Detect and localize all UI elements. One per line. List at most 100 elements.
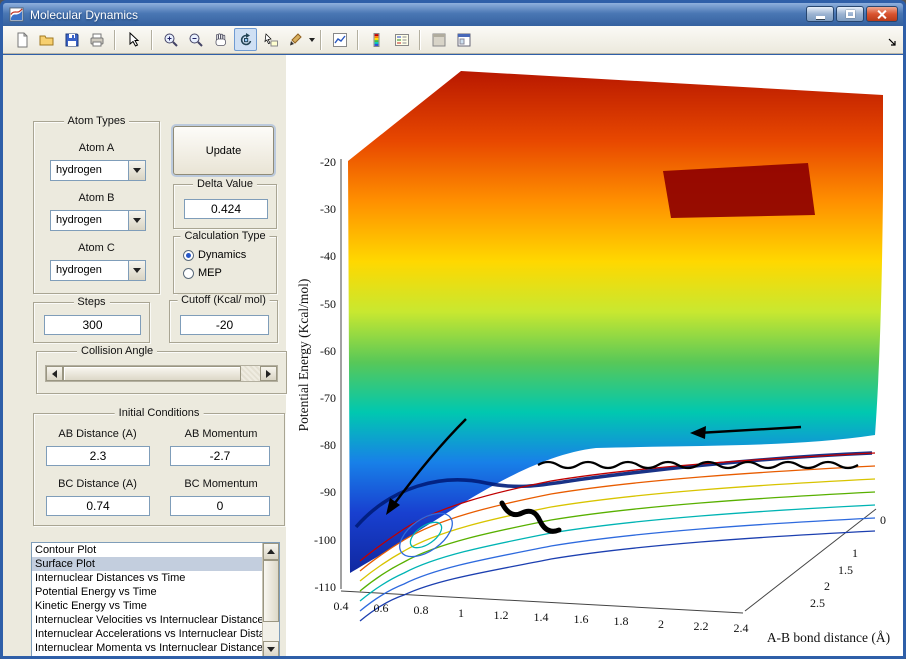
edit-plot-icon[interactable] — [122, 28, 145, 51]
atom-a-label: Atom A — [34, 142, 159, 154]
atom-c-value: hydrogen — [51, 261, 128, 280]
close-button[interactable] — [866, 6, 898, 22]
xtick-label: 1.8 — [606, 614, 636, 629]
steps-title: Steps — [73, 296, 109, 308]
scroll-up-arrow[interactable] — [263, 543, 279, 560]
ab-distance-input[interactable] — [46, 446, 150, 466]
ztick-label: 1 — [852, 546, 878, 561]
atom-c-dropdown[interactable]: hydrogen — [50, 260, 146, 281]
xtick-label: 2.4 — [726, 621, 756, 636]
window-icon — [9, 7, 24, 22]
bc-momentum-label: BC Momentum — [166, 478, 276, 490]
ytick-label: -40 — [294, 249, 336, 264]
list-item[interactable]: Internuclear Distances vs Time — [32, 571, 262, 585]
atom-a-value: hydrogen — [51, 161, 128, 180]
atom-b-dropdown-arrow[interactable] — [128, 211, 145, 230]
initial-conditions-panel: Initial Conditions AB Distance (A) AB Mo… — [33, 413, 285, 526]
figure-body: Potential Energy (Kcal/mol) A-B bond dis… — [3, 55, 903, 656]
atom-a-dropdown-arrow[interactable] — [128, 161, 145, 180]
list-item[interactable]: Contour Plot — [32, 543, 262, 557]
delta-value-input[interactable] — [184, 199, 268, 219]
xtick-label: 0.8 — [406, 603, 436, 618]
brush-dropdown-caret[interactable] — [309, 38, 315, 42]
pan-icon[interactable] — [209, 28, 232, 51]
rotate-3d-icon[interactable] — [234, 28, 257, 51]
initial-conditions-title: Initial Conditions — [115, 407, 204, 419]
list-item[interactable]: Surface Plot — [32, 557, 262, 571]
radio-dynamics-label: Dynamics — [198, 249, 246, 261]
steps-panel: Steps — [33, 302, 150, 343]
scroll-down-arrow[interactable] — [263, 641, 279, 658]
new-figure-icon[interactable] — [10, 28, 33, 51]
zoom-in-icon[interactable] — [159, 28, 182, 51]
ztick-label: 2 — [824, 579, 850, 594]
ztick-label: 0 — [880, 513, 906, 528]
vertical-scroll-thumb[interactable] — [263, 560, 279, 622]
ytick-label: -50 — [294, 297, 336, 312]
slider-thumb[interactable] — [63, 366, 241, 381]
plot-type-listbox[interactable]: Contour PlotSurface PlotInternuclear Dis… — [31, 542, 280, 659]
ab-momentum-input[interactable] — [170, 446, 270, 466]
insert-colorbar-icon[interactable] — [365, 28, 388, 51]
xtick-label: 0.4 — [326, 599, 356, 614]
list-item[interactable]: Internuclear Accelerations vs Internucle… — [32, 627, 262, 641]
show-plot-tools-icon[interactable] — [452, 28, 475, 51]
ytick-label: -20 — [294, 155, 336, 170]
toolbar-separator — [114, 30, 116, 50]
open-file-icon[interactable] — [35, 28, 58, 51]
atom-types-panel: Atom Types Atom A hydrogen Atom B hydrog… — [33, 121, 160, 294]
list-item[interactable]: Internuclear Velocities vs Internuclear … — [32, 613, 262, 627]
slider-track[interactable] — [63, 366, 260, 381]
atom-c-dropdown-arrow[interactable] — [128, 261, 145, 280]
hide-plot-tools-icon[interactable] — [427, 28, 450, 51]
print-figure-icon[interactable] — [85, 28, 108, 51]
collision-angle-panel: Collision Angle — [36, 351, 287, 394]
ab-distance-label: AB Distance (A) — [40, 428, 155, 440]
update-button[interactable]: Update — [173, 126, 274, 175]
maximize-button[interactable] — [836, 6, 864, 22]
ytick-label: -110 — [294, 580, 336, 595]
data-cursor-icon[interactable] — [259, 28, 282, 51]
atom-types-title: Atom Types — [64, 115, 130, 127]
radio-mep[interactable]: MEP — [183, 267, 222, 279]
list-item[interactable]: Kinetic Energy vs Time — [32, 599, 262, 613]
atom-b-dropdown[interactable]: hydrogen — [50, 210, 146, 231]
plot-area[interactable]: Potential Energy (Kcal/mol) A-B bond dis… — [286, 55, 906, 659]
maximize-icon — [846, 10, 855, 18]
save-figure-icon[interactable] — [60, 28, 83, 51]
bc-distance-label: BC Distance (A) — [40, 478, 155, 490]
minimize-button[interactable] — [806, 6, 834, 22]
xtick-label: 1 — [446, 606, 476, 621]
radio-dynamics[interactable]: Dynamics — [183, 249, 246, 261]
ytick-label: -90 — [294, 485, 336, 500]
title-bar[interactable]: Molecular Dynamics — [3, 3, 903, 26]
steps-input[interactable] — [44, 315, 141, 335]
radio-mep-circle[interactable] — [183, 268, 194, 279]
zoom-out-icon[interactable] — [184, 28, 207, 51]
minimize-icon — [816, 16, 825, 19]
xtick-label: 2 — [646, 617, 676, 632]
brush-icon[interactable] — [284, 28, 307, 51]
bc-distance-input[interactable] — [46, 496, 150, 516]
list-item[interactable]: Internuclear Momenta vs Internuclear Dis… — [32, 641, 262, 655]
link-plot-icon[interactable] — [328, 28, 351, 51]
cutoff-input[interactable] — [180, 315, 269, 335]
ztick-label: 1.5 — [838, 563, 864, 578]
toolbar-overflow-icon[interactable] — [888, 38, 897, 50]
insert-legend-icon[interactable] — [390, 28, 413, 51]
calculation-type-title: Calculation Type — [180, 230, 269, 242]
xtick-label: 1.6 — [566, 612, 596, 627]
slider-right-arrow[interactable] — [260, 366, 277, 381]
ytick-label: -70 — [294, 391, 336, 406]
listbox-vertical-scrollbar[interactable] — [262, 543, 279, 658]
slider-left-arrow[interactable] — [46, 366, 63, 381]
bc-momentum-input[interactable] — [170, 496, 270, 516]
toolbar-separator — [357, 30, 359, 50]
radio-mep-label: MEP — [198, 267, 222, 279]
toolbar-separator — [151, 30, 153, 50]
collision-angle-slider[interactable] — [45, 365, 278, 382]
collision-angle-title: Collision Angle — [77, 345, 157, 357]
list-item[interactable]: Potential Energy vs Time — [32, 585, 262, 599]
radio-dynamics-circle[interactable] — [183, 250, 194, 261]
atom-a-dropdown[interactable]: hydrogen — [50, 160, 146, 181]
